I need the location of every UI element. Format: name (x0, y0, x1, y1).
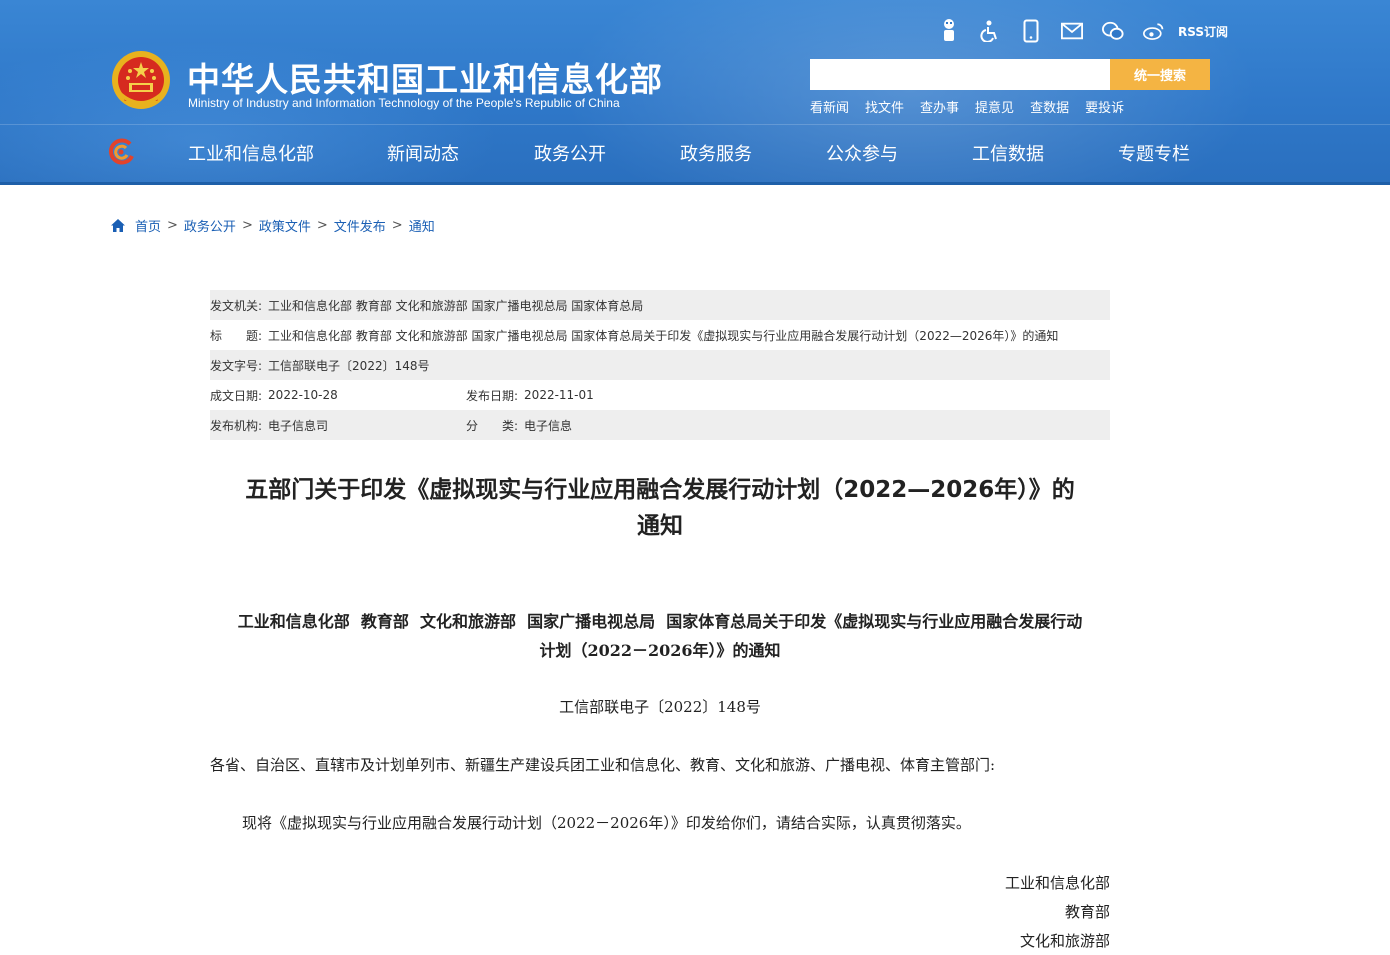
meta-row-title: 标 题: 工业和信息化部 教育部 文化和旅游部 国家广播电视总局 国家体育总局关… (210, 320, 1110, 350)
meta-issuer: 工业和信息化部 教育部 文化和旅游部 国家广播电视总局 国家体育总局 (268, 298, 644, 313)
meta-row-dates: 成文日期: 2022-10-28 发布日期: 2022-11-01 (210, 380, 1110, 410)
breadcrumb-notice[interactable]: 通知 (409, 216, 435, 235)
site-subtitle: Ministry of Industry and Information Tec… (188, 96, 620, 110)
breadcrumb-file-release[interactable]: 文件发布 (334, 216, 386, 235)
wechat-icon[interactable] (1102, 18, 1124, 44)
signatory: 工业和信息化部 (1004, 874, 1110, 892)
meta-org: 电子信息司 (268, 418, 329, 433)
quick-link-complaint[interactable]: 要投诉 (1085, 97, 1124, 116)
quick-link-data[interactable]: 查数据 (1030, 97, 1069, 116)
meta-published-date: 2022-11-01 (524, 388, 594, 402)
nav-gov-affairs[interactable]: 政务公开 (534, 140, 606, 166)
breadcrumb-separator: > (316, 218, 328, 233)
article-title-line: 通知 (637, 513, 683, 539)
nav-gov-services[interactable]: 政务服务 (680, 140, 752, 166)
main-nav: 工业和信息化部 新闻动态 政务公开 政务服务 公众参与 工信数据 专题专栏 (0, 131, 1390, 173)
signatories: 工业和信息化部 教育部 文化和旅游部 (810, 869, 1110, 955)
search-input[interactable] (810, 59, 1110, 90)
breadcrumb-separator: > (241, 218, 253, 233)
meta-label: 发文字号: (210, 358, 263, 373)
meta-label: 分 类: (466, 418, 519, 433)
breadcrumb: 首页 > 政务公开 > 政策文件 > 文件发布 > 通知 (110, 216, 435, 235)
site-title: 中华人民共和国工业和信息化部 (187, 60, 663, 99)
nav-miit[interactable]: 工业和信息化部 (188, 140, 314, 166)
signatory: 教育部 (1064, 903, 1110, 921)
meta-cell-org: 发布机构: 电子信息司 (210, 417, 466, 434)
nav-public-participation[interactable]: 公众参与 (826, 140, 898, 166)
meta-cell-published: 发布日期: 2022-11-01 (466, 387, 594, 404)
weibo-icon[interactable] (1143, 18, 1165, 44)
meta-cell-category: 分 类: 电子信息 (466, 417, 572, 434)
quick-link-services[interactable]: 查办事 (920, 97, 959, 116)
signatory: 文化和旅游部 (1019, 932, 1110, 950)
document-heading: 工业和信息化部 教育部 文化和旅游部 国家广播电视总局 国家体育总局关于印发《虚… (210, 607, 1110, 665)
quick-links: 看新闻 找文件 查办事 提意见 查数据 要投诉 (810, 97, 1140, 116)
meta-row-docno: 发文字号: 工信部联电子〔2022〕148号 (210, 350, 1110, 380)
top-utility-icons: RSS订阅 (938, 16, 1228, 46)
meta-label: 发文机关: (210, 298, 263, 313)
document-heading-line: 计划（2022－2026年）》的通知 (539, 641, 781, 660)
nav-data[interactable]: 工信数据 (972, 140, 1044, 166)
quick-link-news[interactable]: 看新闻 (810, 97, 849, 116)
site-header: 中华人民共和国工业和信息化部 Ministry of Industry and … (0, 0, 1390, 185)
meta-label: 发布机构: (210, 418, 263, 433)
header-bottom-bar (0, 182, 1390, 185)
meta-category: 电子信息 (524, 418, 573, 433)
meta-label: 标 题: (210, 328, 263, 343)
accessibility-icon[interactable] (979, 18, 1001, 44)
breadcrumb-home[interactable]: 首页 (135, 216, 161, 235)
article-title: 五部门关于印发《虚拟现实与行业应用融合发展行动计划（2022—2026年）》的 … (210, 472, 1110, 544)
meta-row-issuer: 发文机关: 工业和信息化部 教育部 文化和旅游部 国家广播电视总局 国家体育总局 (210, 290, 1110, 320)
meta-label: 成文日期: (210, 388, 263, 403)
quick-link-files[interactable]: 找文件 (865, 97, 904, 116)
meta-title: 工业和信息化部 教育部 文化和旅游部 国家广播电视总局 国家体育总局关于印发《虚… (268, 328, 1059, 343)
meta-created-date: 2022-10-28 (268, 388, 338, 402)
quick-link-feedback[interactable]: 提意见 (975, 97, 1014, 116)
breadcrumb-policy-files[interactable]: 政策文件 (259, 216, 311, 235)
body-paragraph: 现将《虚拟现实与行业应用融合发展行动计划（2022－2026年）》印发给你们，请… (242, 814, 971, 832)
addressee-paragraph: 各省、自治区、直辖市及计划单列市、新疆生产建设兵团工业和信息化、教育、文化和旅游… (210, 756, 996, 774)
meta-docno: 工信部联电子〔2022〕148号 (268, 358, 430, 373)
meta-label: 发布日期: (466, 388, 519, 403)
mobile-icon[interactable] (1020, 18, 1042, 44)
nav-news[interactable]: 新闻动态 (387, 140, 459, 166)
breadcrumb-gov-affairs[interactable]: 政务公开 (184, 216, 236, 235)
document-heading-line: 工业和信息化部 教育部 文化和旅游部 国家广播电视总局 国家体育总局关于印发《虚… (237, 612, 1083, 631)
mail-icon[interactable] (1061, 18, 1083, 44)
unified-search-button[interactable]: 统一搜索 (1110, 59, 1210, 90)
home-icon[interactable] (110, 218, 126, 234)
document-number: 工信部联电子〔2022〕148号 (559, 698, 761, 716)
robot-icon[interactable] (938, 18, 960, 44)
rss-link[interactable]: RSS订阅 (1178, 23, 1228, 40)
meta-cell-created: 成文日期: 2022-10-28 (210, 387, 466, 404)
article-title-line: 五部门关于印发《虚拟现实与行业应用融合发展行动计划（2022—2026年）》的 (245, 477, 1075, 503)
header-divider (0, 124, 1390, 125)
miit-logo-icon[interactable] (108, 138, 136, 166)
search-bar: 统一搜索 (810, 59, 1210, 90)
nav-special-topics[interactable]: 专题专栏 (1118, 140, 1190, 166)
breadcrumb-separator: > (167, 218, 178, 233)
national-emblem-icon (112, 51, 170, 109)
meta-row-org: 发布机构: 电子信息司 分 类: 电子信息 (210, 410, 1110, 440)
breadcrumb-separator: > (391, 218, 403, 233)
document-metadata: 发文机关: 工业和信息化部 教育部 文化和旅游部 国家广播电视总局 国家体育总局… (210, 290, 1110, 440)
